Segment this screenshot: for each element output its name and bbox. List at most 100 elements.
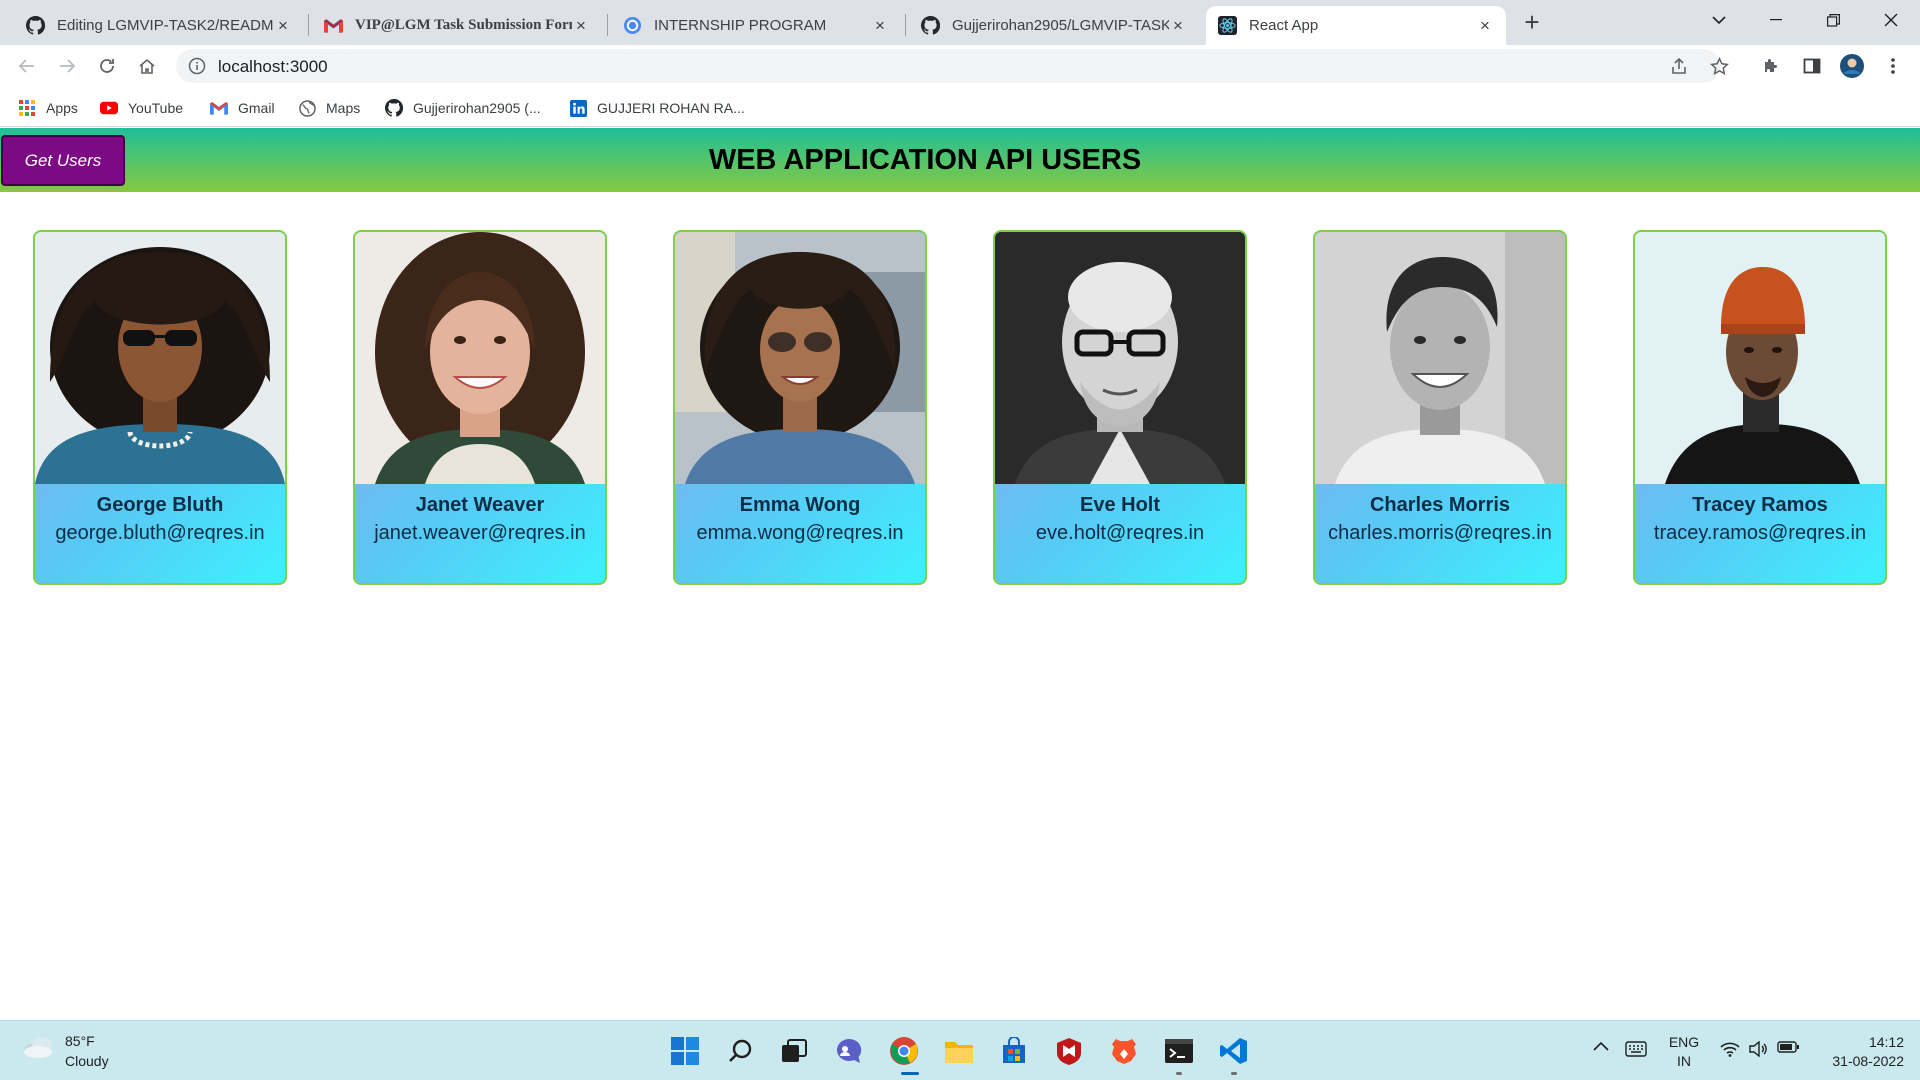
language-indicator[interactable]: ENG IN bbox=[1666, 1033, 1702, 1071]
microsoft-store-icon[interactable] bbox=[997, 1034, 1031, 1068]
bookmark-label: YouTube bbox=[128, 100, 184, 116]
browser-toolbar: localhost:3000 bbox=[0, 45, 1920, 87]
form-icon bbox=[623, 16, 642, 35]
url-text[interactable]: localhost:3000 bbox=[218, 57, 328, 77]
maps-icon bbox=[298, 99, 316, 117]
chrome-icon[interactable] bbox=[887, 1034, 921, 1068]
tab-separator bbox=[607, 14, 608, 36]
close-window-icon[interactable] bbox=[1866, 0, 1916, 40]
bookmark-label: Gmail bbox=[238, 100, 275, 116]
extensions-icon[interactable] bbox=[1758, 53, 1784, 79]
user-card: Charles Morris charles.morris@reqres.in bbox=[1313, 230, 1567, 585]
teams-chat-icon[interactable] bbox=[832, 1034, 866, 1068]
tab-internship-program[interactable]: INTERNSHIP PROGRAM × bbox=[611, 6, 901, 45]
task-view-icon[interactable] bbox=[777, 1034, 811, 1068]
bookmark-gmail[interactable]: Gmail bbox=[210, 97, 275, 119]
user-email: george.bluth@reqres.in bbox=[55, 522, 265, 544]
tab-title: Gujjerirohan2905/LGMVIP-TASK2 bbox=[952, 17, 1169, 34]
github-icon bbox=[26, 16, 45, 35]
user-card: Eve Holt eve.holt@reqres.in bbox=[993, 230, 1247, 585]
back-icon[interactable] bbox=[14, 53, 40, 79]
user-name: Emma Wong bbox=[739, 494, 861, 516]
avatar bbox=[1635, 232, 1885, 484]
tab-editing-readme[interactable]: Editing LGMVIP-TASK2/README.md × bbox=[14, 6, 304, 45]
battery-icon[interactable] bbox=[1776, 1041, 1800, 1053]
minimize-icon[interactable] bbox=[1751, 0, 1801, 40]
taskbar: 85°F Cloudy ENG IN 14:12 31-08-2022 bbox=[0, 1020, 1920, 1080]
user-name: Charles Morris bbox=[1369, 494, 1511, 516]
bookmark-label: GUJJERI ROHAN RA... bbox=[597, 100, 745, 116]
tab-react-app[interactable]: React App × bbox=[1206, 6, 1506, 45]
linkedin-icon bbox=[569, 99, 587, 117]
close-icon[interactable]: × bbox=[871, 16, 889, 35]
gmail-icon bbox=[210, 99, 228, 117]
forward-icon[interactable] bbox=[54, 53, 80, 79]
running-app-indicator bbox=[1176, 1072, 1182, 1075]
user-email: charles.morris@reqres.in bbox=[1328, 522, 1552, 544]
profile-avatar[interactable] bbox=[1839, 53, 1865, 79]
user-name: George Bluth bbox=[96, 494, 224, 516]
weather-condition[interactable]: Cloudy bbox=[65, 1053, 109, 1069]
close-icon[interactable]: × bbox=[274, 16, 292, 35]
volume-icon[interactable] bbox=[1746, 1041, 1770, 1057]
user-name: Tracey Ramos bbox=[1692, 494, 1828, 516]
tab-github-repo[interactable]: Gujjerirohan2905/LGMVIP-TASK2 × bbox=[909, 6, 1199, 45]
share-icon[interactable] bbox=[1666, 53, 1692, 79]
clock[interactable]: 14:12 31-08-2022 bbox=[1804, 1033, 1904, 1071]
bookmark-github-profile[interactable]: Gujjerirohan2905 (... bbox=[385, 97, 541, 119]
user-card: Tracey Ramos tracey.ramos@reqres.in bbox=[1633, 230, 1887, 585]
bookmark-apps[interactable]: Apps bbox=[18, 97, 78, 119]
close-icon[interactable]: × bbox=[1169, 16, 1187, 35]
page-title: WEB APPLICATION API USERS bbox=[708, 144, 1142, 176]
file-explorer-icon[interactable] bbox=[942, 1034, 976, 1068]
bookmark-star-icon[interactable] bbox=[1706, 53, 1732, 79]
tab-separator bbox=[905, 14, 906, 36]
tab-title: React App bbox=[1249, 17, 1319, 34]
language-region: IN bbox=[1677, 1053, 1691, 1069]
user-card: Janet Weaver janet.weaver@reqres.in bbox=[353, 230, 607, 585]
avatar bbox=[995, 232, 1245, 484]
user-cards: George Bluth george.bluth@reqres.in Jane… bbox=[0, 230, 1920, 586]
bookmark-linkedin[interactable]: GUJJERI ROHAN RA... bbox=[569, 97, 745, 119]
search-icon[interactable] bbox=[723, 1034, 757, 1068]
github-icon bbox=[921, 16, 940, 35]
mcafee-icon[interactable] bbox=[1052, 1034, 1086, 1068]
menu-dots-icon[interactable] bbox=[1880, 53, 1906, 79]
terminal-icon[interactable] bbox=[1162, 1034, 1196, 1068]
address-bar[interactable]: localhost:3000 bbox=[176, 49, 1729, 83]
running-app-indicator bbox=[1231, 1072, 1237, 1075]
weather-temperature[interactable]: 85°F bbox=[65, 1033, 95, 1049]
bookmark-maps[interactable]: Maps bbox=[298, 97, 360, 119]
app-header: Get Users WEB APPLICATION API USERS bbox=[0, 128, 1920, 192]
avatar bbox=[35, 232, 285, 484]
keyboard-icon[interactable] bbox=[1624, 1041, 1648, 1057]
tab-search-icon[interactable] bbox=[1694, 0, 1744, 40]
chevron-up-icon[interactable] bbox=[1590, 1041, 1612, 1051]
tab-title: VIP@LGM Task Submission Form bbox=[355, 17, 572, 33]
side-panel-icon[interactable] bbox=[1799, 53, 1825, 79]
wifi-icon[interactable] bbox=[1718, 1041, 1742, 1057]
vscode-icon[interactable] bbox=[1217, 1034, 1251, 1068]
close-icon[interactable]: × bbox=[1476, 16, 1494, 35]
gmail-icon bbox=[324, 16, 343, 35]
reload-icon[interactable] bbox=[94, 53, 120, 79]
clock-time: 14:12 bbox=[1868, 1034, 1904, 1050]
bookmark-youtube[interactable]: YouTube bbox=[100, 97, 183, 119]
tab-task-submission[interactable]: VIP@LGM Task Submission Form × bbox=[312, 6, 602, 45]
close-icon[interactable]: × bbox=[572, 16, 590, 35]
user-name: Eve Holt bbox=[1079, 494, 1161, 516]
cloud-icon[interactable] bbox=[22, 1035, 54, 1064]
restore-icon[interactable] bbox=[1808, 0, 1858, 40]
active-app-indicator bbox=[901, 1072, 919, 1075]
user-email: janet.weaver@reqres.in bbox=[374, 522, 586, 544]
clock-date: 31-08-2022 bbox=[1832, 1053, 1904, 1069]
info-icon[interactable] bbox=[188, 57, 206, 80]
windows-start-icon[interactable] bbox=[668, 1034, 702, 1068]
user-email: eve.holt@reqres.in bbox=[1035, 522, 1205, 544]
home-icon[interactable] bbox=[134, 53, 160, 79]
apps-grid-icon bbox=[18, 99, 36, 117]
new-tab-button[interactable]: + bbox=[1518, 8, 1546, 36]
brave-browser-icon[interactable] bbox=[1107, 1034, 1141, 1068]
tab-title: Editing LGMVIP-TASK2/README.md bbox=[57, 17, 274, 34]
language-code: ENG bbox=[1668, 1034, 1700, 1050]
